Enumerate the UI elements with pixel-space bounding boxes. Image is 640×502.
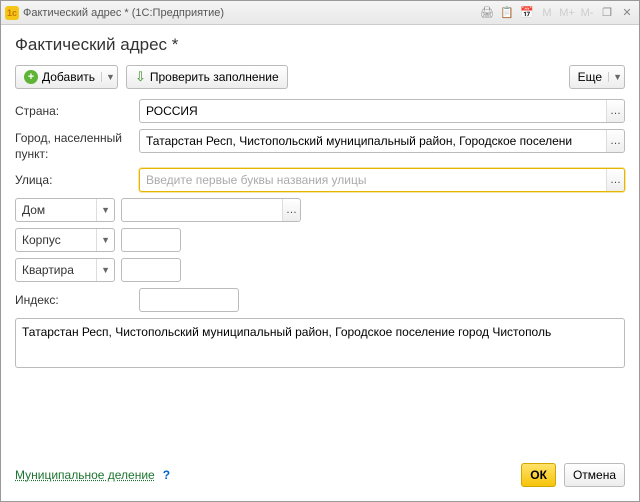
row-index: Индекс: xyxy=(15,288,625,312)
more-button[interactable]: Еще ▼ xyxy=(569,65,625,89)
add-button-label: Добавить xyxy=(42,70,95,84)
label-city: Город, населенный пункт: xyxy=(15,129,133,162)
row-city: Город, населенный пункт: … xyxy=(15,129,625,162)
label-street: Улица: xyxy=(15,173,133,187)
plus-icon: + xyxy=(24,70,38,84)
page-title: Фактический адрес * xyxy=(15,35,625,55)
mminus-icon: M- xyxy=(579,5,595,21)
municipal-division-link[interactable]: Муниципальное деление xyxy=(15,468,155,482)
full-address-textarea[interactable] xyxy=(15,318,625,368)
footer: Муниципальное деление ? ОК Отмена xyxy=(1,453,639,501)
chevron-down-icon: ▼ xyxy=(101,72,115,82)
chevron-down-icon: ▼ xyxy=(96,229,110,251)
apt-type-label: Квартира xyxy=(22,263,96,277)
check-fill-button[interactable]: ⇩ Проверить заполнение xyxy=(126,65,288,89)
korpus-type-label: Корпус xyxy=(22,233,96,247)
label-country: Страна: xyxy=(15,104,133,118)
house-type-select[interactable]: Дом ▼ xyxy=(15,198,115,222)
titlebar: 1c Фактический адрес * (1С:Предприятие) … xyxy=(1,1,639,25)
chevron-down-icon: ▼ xyxy=(608,72,622,82)
content: Фактический адрес * + Добавить ▼ ⇩ Прове… xyxy=(1,25,639,453)
chevron-down-icon: ▼ xyxy=(96,259,110,281)
row-apt: Квартира ▼ xyxy=(15,258,625,282)
ok-button[interactable]: ОК xyxy=(521,463,556,487)
country-input[interactable] xyxy=(139,99,625,123)
index-input[interactable] xyxy=(139,288,239,312)
app-icon: 1c xyxy=(5,6,19,20)
country-lookup-button[interactable]: … xyxy=(606,100,624,122)
row-korpus: Корпус ▼ xyxy=(15,228,625,252)
check-fill-label: Проверить заполнение xyxy=(150,70,279,84)
row-full-address xyxy=(15,318,625,368)
row-house: Дом ▼ … xyxy=(15,198,625,222)
more-button-label: Еще xyxy=(578,70,602,84)
korpus-type-select[interactable]: Корпус ▼ xyxy=(15,228,115,252)
m-icon: M xyxy=(539,5,555,21)
street-input[interactable] xyxy=(139,168,625,192)
chevron-down-icon: ▼ xyxy=(96,199,110,221)
house-lookup-button[interactable]: … xyxy=(282,199,300,221)
label-index: Индекс: xyxy=(15,293,133,307)
help-icon[interactable]: ? xyxy=(163,468,170,482)
house-input[interactable] xyxy=(121,198,301,222)
print-icon[interactable]: 🖨 xyxy=(479,5,495,21)
cancel-button[interactable]: Отмена xyxy=(564,463,625,487)
row-street: Улица: … xyxy=(15,168,625,192)
address-window: 1c Фактический адрес * (1С:Предприятие) … xyxy=(0,0,640,502)
calendar-icon[interactable]: 📅 xyxy=(519,5,535,21)
check-icon: ⇩ xyxy=(135,69,146,85)
city-input[interactable] xyxy=(139,129,625,153)
apt-input[interactable] xyxy=(121,258,181,282)
city-lookup-button[interactable]: … xyxy=(606,130,624,152)
row-country: Страна: … xyxy=(15,99,625,123)
mplus-icon: M+ xyxy=(559,5,575,21)
calc-icon[interactable]: 📋 xyxy=(499,5,515,21)
close-icon[interactable]: ✕ xyxy=(619,5,635,21)
window-title: Фактический адрес * (1С:Предприятие) xyxy=(23,7,479,19)
street-lookup-button[interactable]: … xyxy=(606,169,624,191)
korpus-input[interactable] xyxy=(121,228,181,252)
title-actions: 🖨 📋 📅 M M+ M- ❐ ✕ xyxy=(479,5,635,21)
restore-icon[interactable]: ❐ xyxy=(599,5,615,21)
toolbar: + Добавить ▼ ⇩ Проверить заполнение Еще … xyxy=(15,65,625,89)
house-type-label: Дом xyxy=(22,203,96,217)
apt-type-select[interactable]: Квартира ▼ xyxy=(15,258,115,282)
add-button[interactable]: + Добавить ▼ xyxy=(15,65,118,89)
